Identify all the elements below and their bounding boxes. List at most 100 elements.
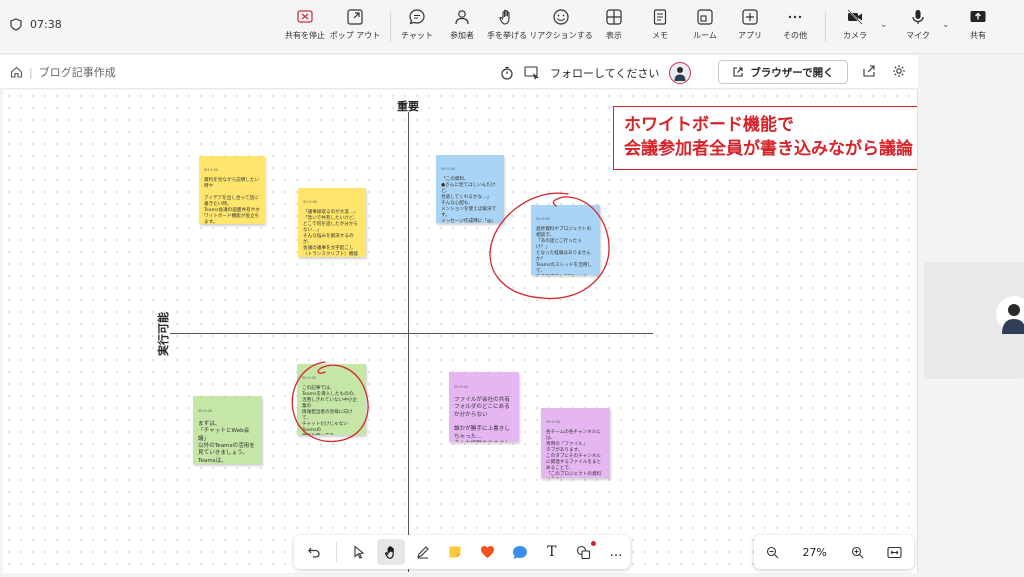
- more-tools-button[interactable]: …: [602, 539, 630, 565]
- camera-options-chevron-icon[interactable]: ⌄: [880, 20, 888, 30]
- notes-label: メモ: [652, 31, 668, 40]
- text-tool[interactable]: T: [538, 539, 566, 565]
- hand-icon: [384, 545, 394, 559]
- breadcrumb-divider: |: [29, 65, 33, 79]
- mic-label: マイク: [906, 31, 930, 40]
- callout-line-2: 会議参加者全員が書き込みながら議論: [624, 139, 913, 159]
- follow-prompt: フォローしてください: [550, 67, 660, 80]
- rooms-button[interactable]: ルーム: [680, 8, 730, 48]
- note-text: 「議事録取るのが大変…」 「急いで共有したいけど、どこで何を話したか分からない……: [303, 210, 359, 257]
- breadcrumb: | ブログ記事作成: [10, 64, 116, 80]
- person-icon: [674, 67, 686, 81]
- participants-button[interactable]: 参加者: [437, 8, 487, 48]
- stop-share-icon: [297, 10, 313, 23]
- sticky-note[interactable]: SH 0:00 ファイルが会社の共有フォルダのどこにあるか分からない 誰かが勝手に…: [449, 372, 519, 442]
- follow-section: フォローしてください: [500, 62, 692, 84]
- note-text: ファイルが会社の共有フォルダのどこにあるか分からない 誰かが勝手に上書きしちゃっ…: [454, 396, 510, 442]
- text-tool-label: T: [547, 544, 557, 560]
- zoom-level: 27%: [802, 545, 827, 559]
- mic-button[interactable]: マイク: [893, 8, 943, 48]
- sticky-note[interactable]: SH 0:00 まずは、 「チャットとWeb会議」 以外のTeamsの活用を見てい…: [193, 396, 262, 464]
- open-in-browser-label: ブラウザーで開く: [750, 66, 834, 79]
- camera-label: カメラ: [843, 31, 867, 40]
- apps-button[interactable]: アプリ: [725, 8, 775, 48]
- note-header: SH 0:00: [441, 167, 456, 171]
- sticky-note[interactable]: SH 0:00 各チームの各チャンネルには、 専用の「ファイル」 タブがあります。…: [541, 408, 610, 478]
- axis-label-feasibility: 実行可能: [157, 312, 170, 356]
- more-button[interactable]: その他: [770, 8, 820, 48]
- notes-button[interactable]: メモ: [635, 8, 685, 48]
- mic-options-chevron-icon[interactable]: ⌄: [942, 20, 950, 30]
- sticky-note[interactable]: SH 0:00 「この資料、 ●さんに見てほしいんだけど、 見逃してくれるかな…」…: [436, 155, 504, 223]
- participant-video-tile[interactable]: [924, 262, 1024, 379]
- note-header: SH 0:00: [302, 376, 317, 380]
- open-external-icon: [733, 67, 743, 77]
- pen-tool[interactable]: [409, 539, 437, 565]
- reactions-label: リアクションする: [529, 31, 593, 40]
- reactions-tool[interactable]: [473, 539, 501, 565]
- sticky-note[interactable]: SH 0:00 この記事では、 Teamsを導入したものの、 活用しきれていない中…: [297, 364, 366, 435]
- gear-icon[interactable]: [892, 64, 906, 78]
- note-header: SH 0:00: [536, 217, 551, 221]
- sticky-note-tool[interactable]: [441, 539, 469, 565]
- zoom-controls: 27%: [754, 535, 914, 569]
- chat-icon: [409, 9, 425, 25]
- toolbar-divider: [390, 12, 391, 42]
- camera-button[interactable]: カメラ: [830, 8, 880, 48]
- whiteboard-title: ブログ記事作成: [38, 66, 116, 79]
- select-tool[interactable]: [345, 539, 373, 565]
- chat-button[interactable]: チャット: [392, 8, 442, 48]
- reactions-button[interactable]: リアクションする: [529, 8, 593, 48]
- annotation-callout: ホワイトボード機能で 会議参加者全員が書き込みながら議論: [613, 106, 917, 170]
- follow-screen-icon[interactable]: [524, 66, 540, 80]
- rooms-label: ルーム: [693, 31, 717, 40]
- shapes-tool[interactable]: [570, 539, 598, 565]
- meeting-timer: 07:38: [10, 18, 62, 31]
- note-text: 「この資料、 ●さんに見てほしいんだけど、 見逃してくれるかな…」 そんな心配も…: [441, 177, 497, 223]
- home-icon[interactable]: [10, 66, 23, 78]
- popout-button[interactable]: ポップ アウト: [330, 8, 380, 48]
- open-in-browser-button[interactable]: ブラウザーで開く: [718, 60, 848, 84]
- pen-icon: [417, 546, 430, 559]
- popout-label: ポップ アウト: [329, 31, 381, 40]
- share-export-icon[interactable]: [862, 64, 876, 78]
- shield-icon: [10, 18, 22, 31]
- rooms-icon: [697, 9, 713, 25]
- microphone-icon: [912, 10, 924, 24]
- pan-tool[interactable]: [377, 539, 406, 565]
- hand-icon: [499, 9, 510, 25]
- raise-hand-button[interactable]: 手を挙げる: [482, 8, 532, 48]
- note-header: SH 0:00: [546, 420, 561, 424]
- note-text: 進捗資料やプロジェクトの相談で、 「あの話どこ行ったっけ？」 となった経験はあり…: [536, 227, 592, 274]
- stop-share-label: 共有を停止: [285, 31, 325, 40]
- timer-icon[interactable]: [500, 66, 514, 80]
- vertical-axis: [408, 112, 409, 572]
- zoom-out-icon[interactable]: [766, 546, 779, 559]
- fit-to-screen-icon[interactable]: [887, 546, 902, 559]
- zoom-in-icon[interactable]: [851, 546, 864, 559]
- popout-icon: [347, 9, 363, 25]
- toolbar-divider: [825, 12, 826, 42]
- undo-button[interactable]: [300, 539, 328, 565]
- notification-dot: [590, 541, 596, 546]
- presenter-avatar[interactable]: [669, 62, 692, 84]
- stop-share-button[interactable]: 共有を停止: [280, 8, 330, 48]
- sticky-note[interactable]: SH 0:00 進捗資料やプロジェクトの相談で、 「あの話どこ行ったっけ？」 とな…: [531, 205, 600, 275]
- people-icon: [455, 10, 469, 25]
- apps-label: アプリ: [738, 31, 762, 40]
- more-icon: [788, 15, 802, 19]
- notes-icon: [653, 9, 667, 25]
- view-label: 表示: [606, 31, 622, 40]
- sticky-note[interactable]: SH 0:00 資料を見ながら説明したい時や アイデアを出し合って話に書きたい時。…: [199, 156, 265, 224]
- camera-off-icon: [847, 9, 863, 25]
- whiteboard-canvas[interactable]: 重要 実行可能 ホワイトボード機能で 会議参加者全員が書き込みながら議論 SH …: [3, 90, 918, 573]
- note-header: SH 0:00: [204, 168, 219, 172]
- header-actions: [862, 64, 906, 78]
- share-screen-icon: [970, 11, 986, 22]
- share-button[interactable]: 共有: [953, 8, 1003, 48]
- sticky-note[interactable]: SH 0:00 「議事録取るのが大変…」 「急いで共有したいけど、どこで何を話した…: [298, 188, 366, 257]
- view-button[interactable]: 表示: [589, 8, 639, 48]
- comment-tool[interactable]: [506, 539, 534, 565]
- undo-icon: [308, 547, 320, 558]
- more-label: その他: [783, 31, 807, 40]
